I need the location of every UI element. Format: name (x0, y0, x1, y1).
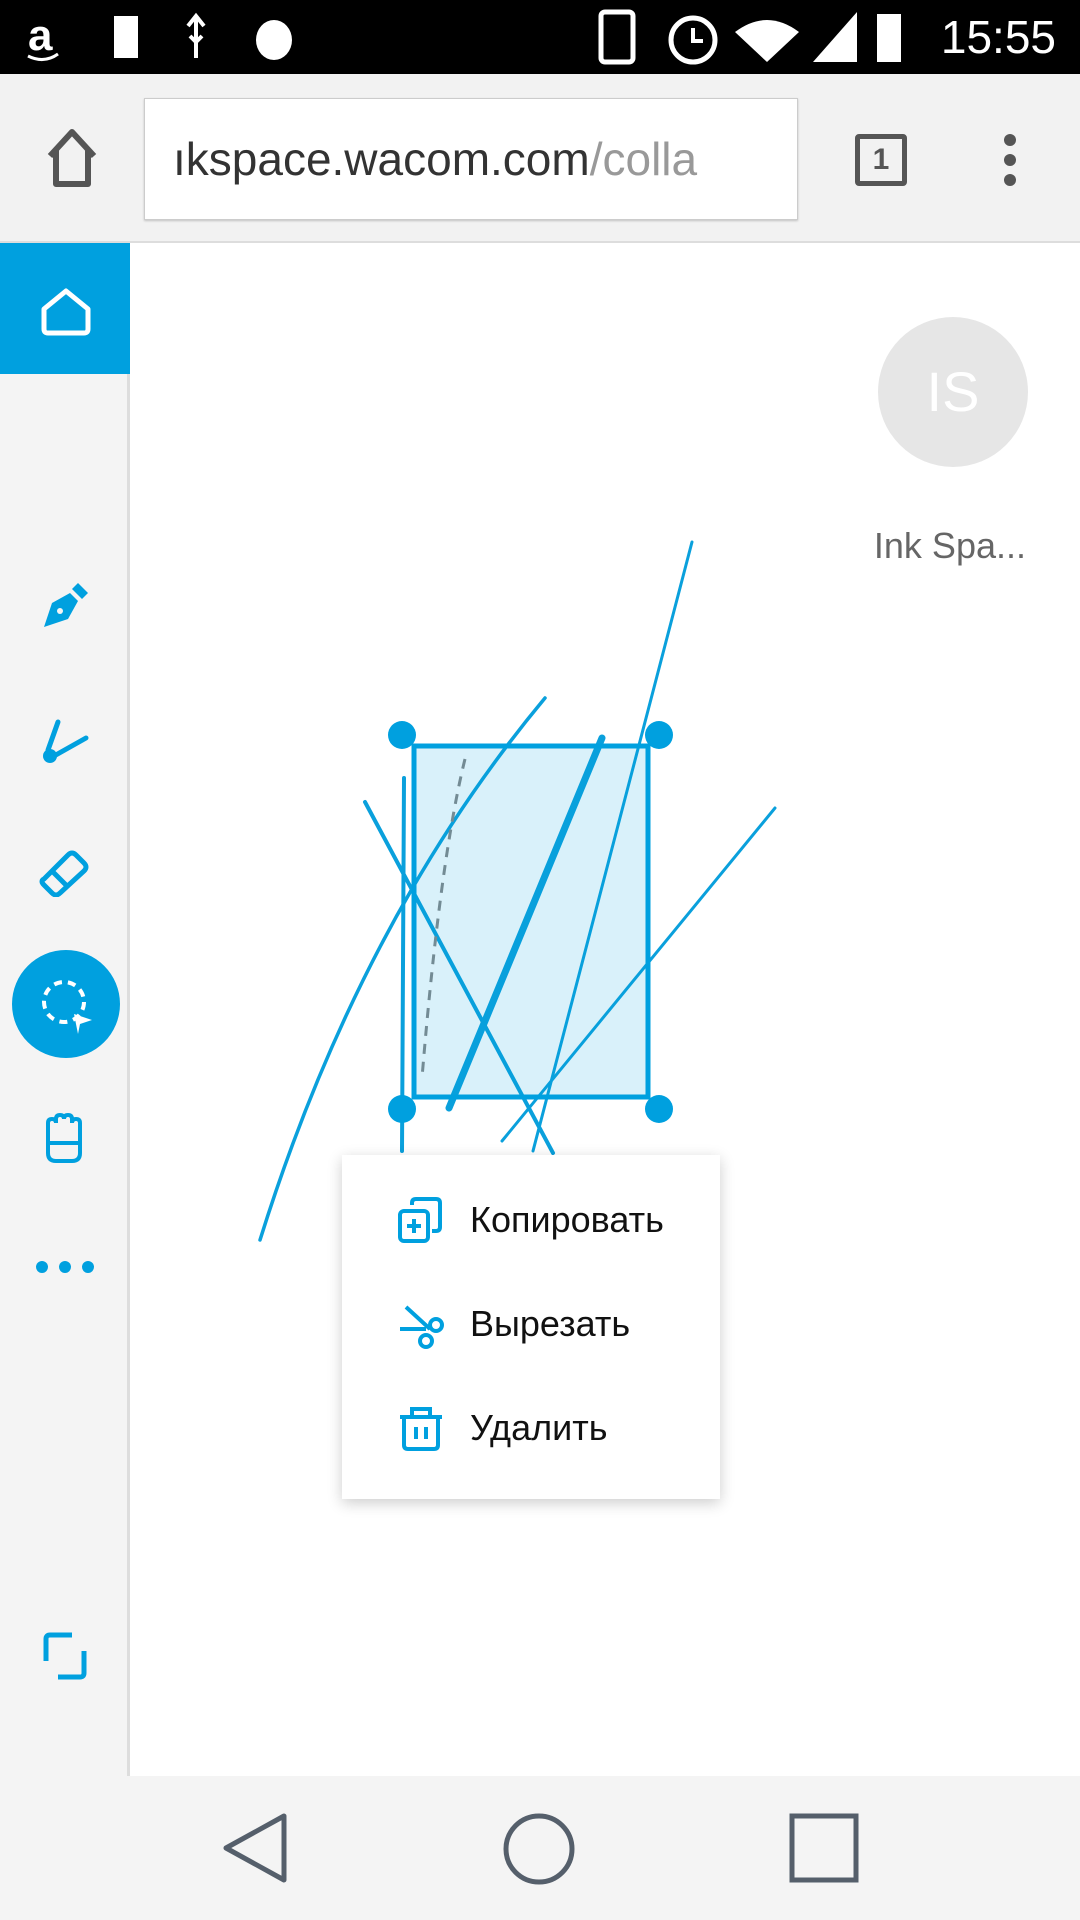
menu-item-label: Копировать (470, 1199, 664, 1240)
menu-item-cut[interactable]: Вырезать (342, 1272, 720, 1376)
resize-handle (645, 1095, 673, 1123)
resize-handle (388, 1095, 416, 1123)
menu-item-copy[interactable]: Копировать (342, 1168, 720, 1272)
home-circle-icon[interactable] (502, 1812, 576, 1886)
trash-icon (400, 1407, 442, 1451)
system-nav-bar (0, 1776, 1080, 1920)
menu-item-label: Удалить (470, 1407, 608, 1448)
resize-handle (645, 721, 673, 749)
copy-icon (398, 1197, 442, 1243)
selection-box (411, 743, 651, 1100)
context-menu: Копировать Вырезать Удалить (342, 1155, 720, 1499)
resize-handle (388, 721, 416, 749)
menu-item-label: Вырезать (470, 1303, 631, 1344)
cut-icon (400, 1305, 444, 1349)
menu-item-delete[interactable]: Удалить (342, 1376, 720, 1480)
ink-canvas[interactable] (0, 0, 1080, 1776)
recents-icon[interactable] (788, 1812, 860, 1884)
back-icon[interactable] (220, 1812, 290, 1884)
